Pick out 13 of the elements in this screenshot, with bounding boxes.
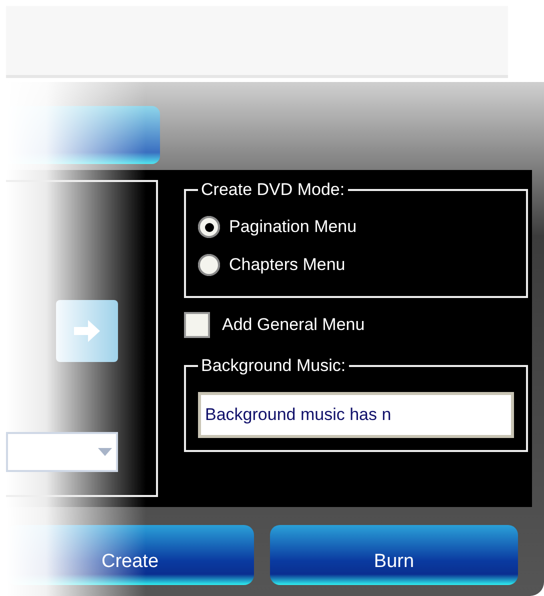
arrow-icon — [74, 320, 100, 342]
checkbox[interactable] — [184, 312, 210, 338]
radio-option[interactable]: Pagination Menu — [198, 208, 514, 246]
group-title: Background Music: — [200, 356, 347, 376]
burn-button[interactable]: Burn — [270, 525, 518, 585]
radio-option[interactable]: Chapters Menu — [198, 246, 514, 284]
group-title: Create DVD Mode: — [200, 180, 346, 200]
general-menu-option[interactable]: Add General Menu — [184, 312, 528, 338]
dropdown-field[interactable] — [6, 432, 118, 472]
radio-button[interactable] — [198, 216, 220, 238]
radio-button[interactable] — [198, 254, 220, 276]
music-field[interactable]: Background music has n — [198, 392, 514, 438]
caret-icon — [98, 448, 112, 456]
